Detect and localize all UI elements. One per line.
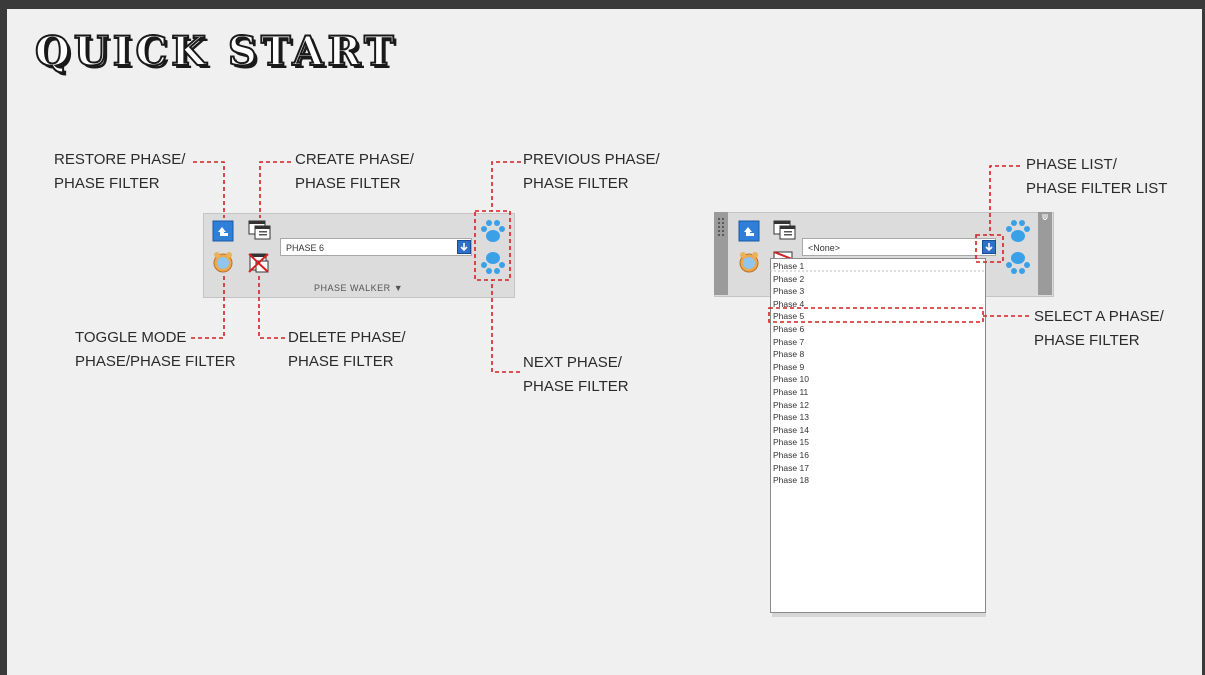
phase-list-item[interactable]: Phase 11 — [773, 386, 808, 398]
phase-select[interactable]: PHASE 6 — [280, 238, 472, 256]
callout-next: NEXT PHASE/PHASE FILTER — [523, 354, 629, 395]
previous-phase-paw-icon[interactable] — [479, 218, 507, 244]
restore-phase-button-2[interactable] — [738, 220, 760, 242]
phase-list-item[interactable]: Phase 13 — [773, 411, 809, 423]
phase-list-item[interactable]: Phase 15 — [773, 436, 809, 448]
chevron-down-icon: ▼ — [393, 283, 404, 293]
page-title: QUICK START — [34, 27, 398, 76]
phase-list-item[interactable]: Phase 2 — [773, 273, 804, 285]
phase-list-item[interactable]: Phase 9 — [773, 361, 804, 373]
phase-list-item[interactable]: Phase 6 — [773, 323, 804, 335]
phase-select-2[interactable]: <None> — [802, 238, 996, 256]
palette-side-bar[interactable] — [1038, 212, 1052, 295]
phase-list-button-2[interactable] — [982, 240, 996, 254]
grip-dots-icon — [718, 218, 724, 236]
dropdown-shadow — [772, 613, 986, 617]
phase-list-item[interactable]: Phase 10 — [773, 373, 809, 385]
phase-list-item[interactable]: Phase 7 — [773, 336, 804, 348]
phase-list-item[interactable]: Phase 5 — [773, 310, 804, 322]
next-phase-paw-icon[interactable] — [479, 250, 507, 276]
phase-list-item[interactable]: Phase 3 — [773, 285, 804, 297]
phase-list-item[interactable]: Phase 8 — [773, 348, 804, 360]
callout-delete: DELETE PHASE/PHASE FILTER — [288, 329, 406, 370]
phase-list-item[interactable]: Phase 4 — [773, 298, 804, 310]
phase-list-item[interactable]: Phase 16 — [773, 449, 809, 461]
phase-list-item[interactable]: Phase 17 — [773, 462, 809, 474]
previous-phase-paw-icon-2[interactable] — [1004, 218, 1032, 244]
phase-list-item[interactable]: Phase 18 — [773, 474, 809, 486]
callout-select: SELECT A PHASE/PHASE FILTER — [1034, 308, 1164, 349]
delete-phase-button[interactable] — [248, 252, 270, 274]
next-phase-paw-icon-2[interactable] — [1004, 250, 1032, 276]
callout-create: CREATE PHASE/PHASE FILTER — [295, 151, 414, 192]
palette-menu-icon[interactable] — [1041, 214, 1049, 220]
toggle-mode-button[interactable] — [212, 251, 234, 273]
restore-phase-button[interactable] — [212, 220, 234, 242]
phase-list-item[interactable]: Phase 12 — [773, 399, 809, 411]
callout-phase-list: PHASE LIST/PHASE FILTER LIST — [1026, 156, 1168, 197]
window-frame-left — [0, 0, 7, 675]
create-phase-button[interactable] — [248, 219, 272, 241]
callout-toggle: TOGGLE MODE PHASE/PHASE FILTER — [75, 329, 236, 370]
callout-restore: RESTORE PHASE/PHASE FILTER — [54, 151, 186, 192]
window-frame-top — [0, 0, 1205, 9]
phase-list-button[interactable] — [457, 240, 471, 254]
phase-dropdown-list: Phase 1 Phase 2 Phase 3 Phase 4 Phase 5 Phase… — [770, 258, 986, 613]
phase-list-item[interactable]: Phase 14 — [773, 424, 809, 436]
panel-label-text: PHASE WALKER — [314, 283, 391, 293]
create-phase-button-2[interactable] — [773, 219, 797, 241]
panel-label[interactable]: PHASE WALKER ▼ — [314, 283, 403, 293]
phase-list-item[interactable]: Phase 1 — [773, 260, 804, 272]
toggle-mode-button-2[interactable] — [738, 251, 760, 273]
callout-previous: PREVIOUS PHASE/PHASE FILTER — [523, 151, 660, 192]
